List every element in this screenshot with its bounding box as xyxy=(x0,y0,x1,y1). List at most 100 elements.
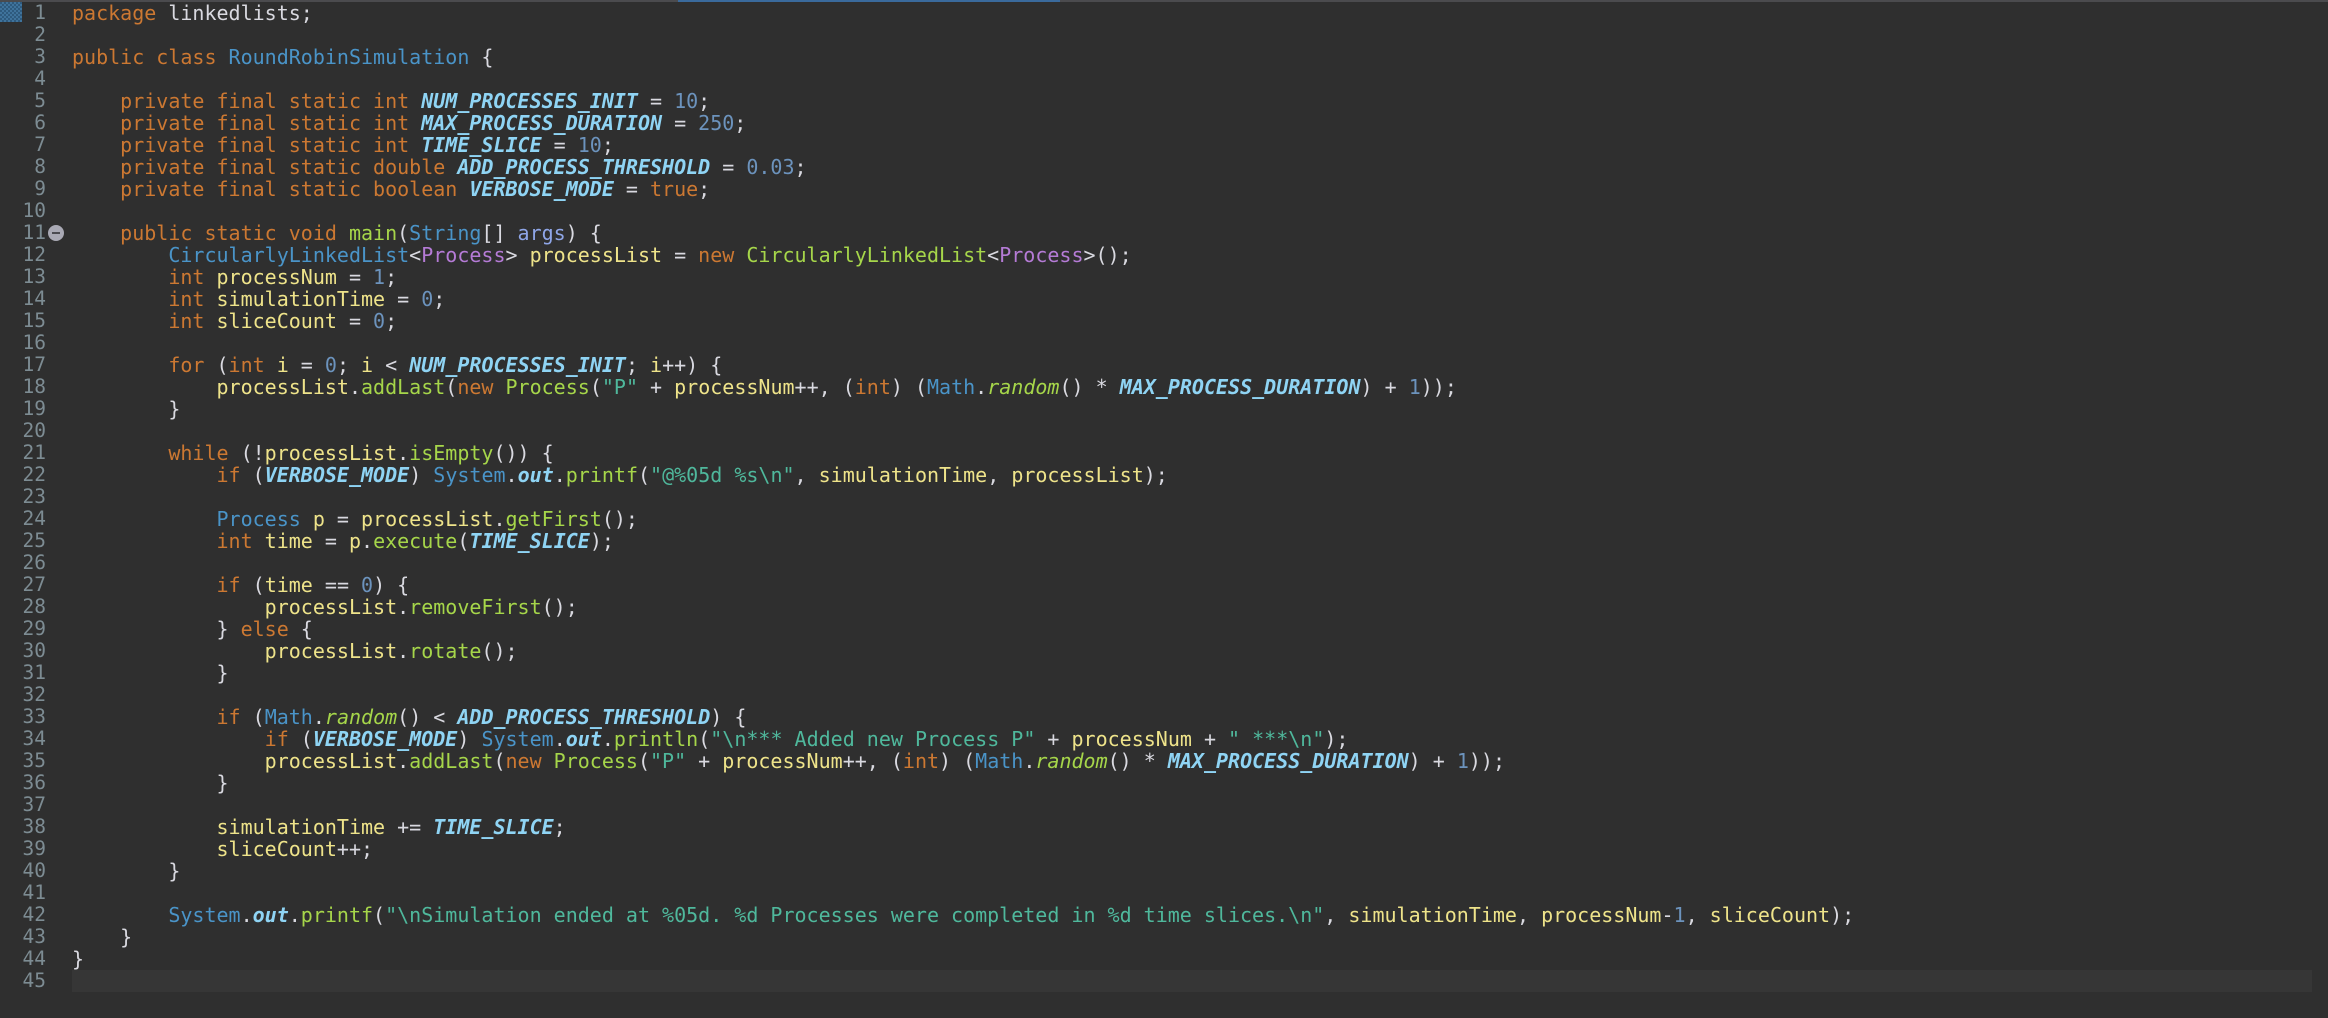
code-line[interactable]: 29 } else { xyxy=(0,618,2328,641)
code-line[interactable]: 4 xyxy=(0,68,2328,90)
plain-text xyxy=(72,177,120,201)
code-line[interactable]: 11 public static void main(String[] args… xyxy=(0,221,2328,245)
line-number: 1 xyxy=(34,1,46,24)
code-line[interactable]: 1 package linkedlists; xyxy=(0,2,2328,24)
method-name: execute xyxy=(373,529,458,553)
line-number: 24 xyxy=(22,507,46,530)
code-editor[interactable]: 1 package linkedlists; 2 3 public class Roun… xyxy=(0,2,2328,992)
line-code: int time = p.execute(TIME_SLICE); xyxy=(72,530,614,552)
keyword: if xyxy=(264,727,289,751)
plain-text: ( xyxy=(637,749,651,773)
keyword: private final static int xyxy=(120,133,422,157)
plain-text: } xyxy=(72,397,181,421)
line-code: } xyxy=(72,926,132,948)
code-line[interactable]: 9 private final static boolean VERBOSE_M… xyxy=(0,177,2328,201)
code-line[interactable]: 20 xyxy=(0,420,2328,442)
variable: processList xyxy=(264,639,398,663)
line-number: 8 xyxy=(34,155,46,178)
class-name: Math xyxy=(264,705,313,729)
plain-text: += xyxy=(385,815,434,839)
code-line[interactable]: 7 private final static int TIME_SLICE = … xyxy=(0,133,2328,157)
code-line[interactable]: 31 } xyxy=(0,662,2328,685)
plain-text: ( xyxy=(288,727,313,751)
code-line[interactable]: 44} xyxy=(0,948,2328,971)
code-line[interactable]: 13 int processNum = 1; xyxy=(0,266,2328,289)
code-line[interactable]: 15 int sliceCount = 0; xyxy=(0,310,2328,333)
string-literal: "\n*** Added new Process P" xyxy=(710,727,1036,751)
code-line[interactable]: 14 int simulationTime = 0; xyxy=(0,288,2328,311)
keyword: private final static int xyxy=(120,89,422,113)
constant: MAX_PROCESS_DURATION xyxy=(1119,375,1361,399)
parameter: args xyxy=(517,221,566,245)
plain-text: = xyxy=(710,155,747,179)
code-line[interactable]: 35 processList.addLast(new Process("P" +… xyxy=(0,749,2328,773)
code-line[interactable]: 33 if (Math.random() < ADD_PROCESS_THRES… xyxy=(0,705,2328,729)
code-line[interactable]: 34 if (VERBOSE_MODE) System.out.println(… xyxy=(0,727,2328,751)
code-line[interactable]: 21 while (!processList.isEmpty()) { xyxy=(0,442,2328,465)
code-line[interactable]: 25 int time = p.execute(TIME_SLICE); xyxy=(0,530,2328,553)
type-parameter: Process xyxy=(421,243,506,267)
code-line[interactable]: 27 if (time == 0) { xyxy=(0,573,2328,597)
code-line[interactable]: 26 xyxy=(0,552,2328,574)
plain-text: ) { xyxy=(373,573,410,597)
type-parameter: Process xyxy=(999,243,1084,267)
code-line[interactable]: 3 public class RoundRobinSimulation { xyxy=(0,45,2328,69)
code-line[interactable]: 38 simulationTime += TIME_SLICE; xyxy=(0,815,2328,839)
plain-text: ) { xyxy=(565,221,602,245)
code-line[interactable]: 24 Process p = processList.getFirst(); xyxy=(0,507,2328,531)
class-name: Math xyxy=(927,375,976,399)
plain-text xyxy=(72,111,120,135)
constant: ADD_PROCESS_THRESHOLD xyxy=(457,155,711,179)
code-line[interactable]: 42 System.out.printf("\nSimulation ended… xyxy=(0,903,2328,927)
plain-text: )); xyxy=(1468,749,1506,773)
static-method-name: random xyxy=(324,705,398,729)
line-number: 45 xyxy=(22,969,46,992)
keyword: if xyxy=(216,573,241,597)
plain-text xyxy=(72,89,120,113)
method-name: Process xyxy=(553,749,638,773)
method-name: printf xyxy=(300,903,374,927)
code-line[interactable]: 32 xyxy=(0,684,2328,706)
number-literal: 0.03 xyxy=(746,155,795,179)
collapse-fold-icon[interactable] xyxy=(48,225,64,241)
code-line[interactable]: 5 private final static int NUM_PROCESSES… xyxy=(0,89,2328,113)
code-line[interactable]: 10 xyxy=(0,200,2328,222)
keyword: private final static int xyxy=(120,111,422,135)
code-line[interactable]: 22 if (VERBOSE_MODE) System.out.printf("… xyxy=(0,464,2328,487)
code-line[interactable]: 18 processList.addLast(new Process("P" +… xyxy=(0,375,2328,399)
line-code: public static void main(String[] args) { xyxy=(72,222,602,244)
class-name: System xyxy=(168,903,241,927)
line-number: 36 xyxy=(22,771,46,794)
code-line[interactable]: 6 private final static int MAX_PROCESS_D… xyxy=(0,111,2328,135)
code-line[interactable]: 23 xyxy=(0,486,2328,508)
code-line[interactable]: 8 private final static double ADD_PROCES… xyxy=(0,155,2328,179)
line-number: 20 xyxy=(22,419,46,442)
code-line[interactable]: 40 } xyxy=(0,860,2328,883)
class-name: Process xyxy=(216,507,301,531)
line-number: 33 xyxy=(22,705,46,728)
line-code: } xyxy=(72,860,180,882)
line-number: 11 xyxy=(22,221,46,244)
code-line[interactable]: 37 xyxy=(0,794,2328,816)
plain-text: } xyxy=(72,859,181,883)
constant: NUM_PROCESSES_INIT xyxy=(421,89,638,113)
class-name: RoundRobinSimulation xyxy=(228,45,470,69)
code-line[interactable]: 12 CircularlyLinkedList<Process> process… xyxy=(0,243,2328,267)
code-line[interactable]: 28 processList.removeFirst(); xyxy=(0,596,2328,619)
plain-text: ( xyxy=(589,375,602,399)
line-code: } xyxy=(72,398,180,420)
code-line[interactable]: 45 xyxy=(0,970,2328,992)
code-line[interactable]: 19 } xyxy=(0,398,2328,421)
plain-text xyxy=(72,749,265,773)
code-line[interactable]: 16 xyxy=(0,332,2328,354)
line-number: 5 xyxy=(34,89,46,112)
code-line[interactable]: 17 for (int i = 0; i < NUM_PROCESSES_INI… xyxy=(0,354,2328,377)
code-line[interactable]: 41 xyxy=(0,882,2328,904)
code-line[interactable]: 2 xyxy=(0,24,2328,46)
plain-text: . xyxy=(312,705,325,729)
code-line[interactable]: 36 } xyxy=(0,771,2328,795)
code-line[interactable]: 30 processList.rotate(); xyxy=(0,639,2328,663)
constant: VERBOSE_MODE xyxy=(312,727,458,751)
code-line[interactable]: 39 sliceCount++; xyxy=(0,838,2328,861)
code-line[interactable]: 43 } xyxy=(0,926,2328,949)
